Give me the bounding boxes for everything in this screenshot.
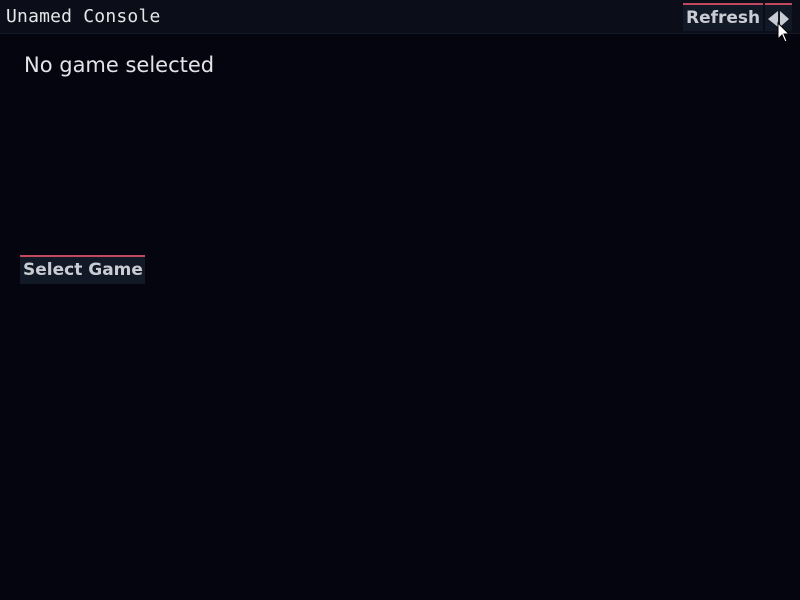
back-button[interactable]	[765, 3, 792, 31]
back-icon	[768, 11, 789, 27]
top-bar: Unamed Console Refresh	[0, 0, 800, 34]
refresh-button[interactable]: Refresh	[683, 3, 763, 31]
select-game-button[interactable]: Select Game	[20, 255, 145, 284]
console-screen: Unamed Console Refresh No game selected …	[0, 0, 800, 600]
app-title: Unamed Console	[6, 6, 161, 27]
no-game-status: No game selected	[24, 53, 215, 77]
